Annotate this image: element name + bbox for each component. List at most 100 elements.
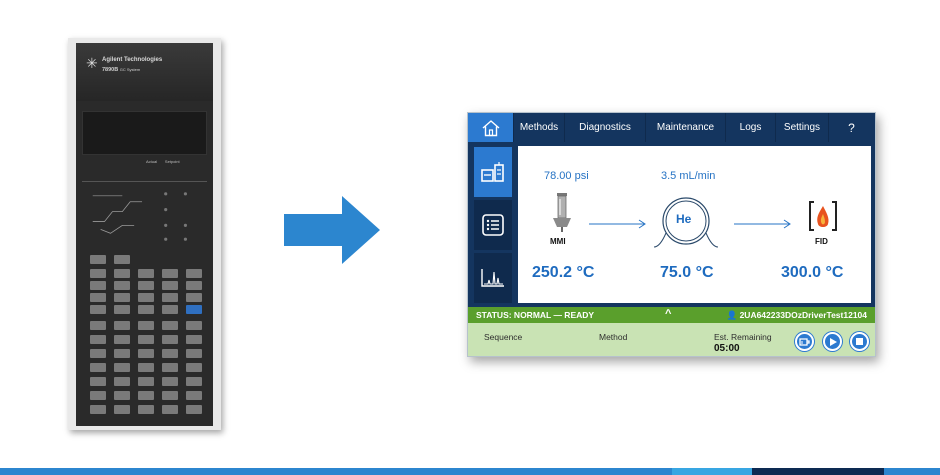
inlet-label: MMI bbox=[550, 237, 566, 246]
nav-diagnostics[interactable]: Diagnostics bbox=[565, 113, 646, 142]
legacy-key bbox=[90, 405, 106, 414]
legacy-key bbox=[162, 391, 178, 400]
legacy-key bbox=[162, 405, 178, 414]
legacy-key bbox=[138, 293, 154, 302]
legacy-instrument-front: ✳ Agilent Technologies 7890B GC System A… bbox=[76, 43, 213, 426]
top-nav-bar: Methods Diagnostics Maintenance Logs Set… bbox=[468, 113, 875, 142]
carrier-gas-label: He bbox=[676, 212, 692, 226]
oven-temperature: 75.0 °C bbox=[660, 264, 714, 281]
legacy-instrument-header: ✳ Agilent Technologies 7890B GC System bbox=[76, 43, 213, 101]
legacy-status-diagram bbox=[82, 181, 207, 241]
home-button[interactable] bbox=[468, 113, 514, 142]
legacy-actual-label: Actual bbox=[146, 159, 158, 164]
legacy-key bbox=[114, 377, 130, 386]
legacy-key bbox=[138, 363, 154, 372]
user-name: 2UA642233DOzDriverTest12104 bbox=[739, 310, 867, 320]
flow-arrow-1-icon bbox=[589, 219, 646, 229]
legacy-key bbox=[162, 377, 178, 386]
legacy-key bbox=[114, 293, 130, 302]
right-arrow-icon bbox=[284, 196, 380, 264]
legacy-brand: Agilent Technologies bbox=[102, 57, 163, 63]
legacy-key bbox=[186, 305, 202, 314]
help-button[interactable]: ? bbox=[829, 113, 874, 142]
nav-methods[interactable]: Methods bbox=[514, 113, 565, 142]
nav-settings[interactable]: Settings bbox=[776, 113, 829, 142]
footer-segment bbox=[884, 468, 940, 475]
footer-segment bbox=[752, 468, 884, 475]
legacy-key bbox=[162, 269, 178, 278]
legacy-key bbox=[186, 293, 202, 302]
legacy-key bbox=[186, 391, 202, 400]
legacy-key bbox=[138, 321, 154, 330]
sidebar-item-list[interactable] bbox=[474, 200, 512, 250]
slide: ✳ Agilent Technologies 7890B GC System A… bbox=[0, 0, 940, 475]
chromatogram-icon bbox=[481, 269, 504, 287]
footer-bar bbox=[0, 468, 940, 475]
legacy-key bbox=[90, 305, 106, 314]
pressure-readout: 78.00 psi bbox=[544, 170, 589, 182]
legacy-key bbox=[90, 281, 106, 290]
remaining-label: Est. Remaining bbox=[714, 332, 772, 342]
legacy-key bbox=[114, 405, 130, 414]
remaining-time: 05:00 bbox=[714, 343, 740, 354]
legacy-key bbox=[186, 269, 202, 278]
inlet-icon bbox=[553, 193, 571, 232]
legacy-key bbox=[138, 391, 154, 400]
sidebar-item-instrument[interactable] bbox=[474, 147, 512, 197]
detector-temperature: 300.0 °C bbox=[781, 264, 844, 281]
legacy-key bbox=[138, 405, 154, 414]
sidebar bbox=[468, 142, 514, 307]
legacy-key bbox=[90, 321, 106, 330]
user-icon: 👤 bbox=[726, 310, 738, 320]
flame-detector-icon bbox=[809, 201, 837, 231]
detector-label: FID bbox=[815, 237, 828, 246]
stop-run-button[interactable] bbox=[850, 332, 869, 351]
touchscreen-ui: Methods Diagnostics Maintenance Logs Set… bbox=[467, 112, 876, 357]
legacy-key bbox=[90, 269, 106, 278]
sidebar-item-chromatogram[interactable] bbox=[474, 253, 512, 303]
legacy-key bbox=[186, 377, 202, 386]
home-icon bbox=[482, 119, 499, 136]
sequence-label: Sequence bbox=[484, 332, 523, 342]
legacy-setpoint-label: Setpoint bbox=[164, 159, 180, 164]
instrument-icon bbox=[481, 162, 504, 182]
prep-run-icon bbox=[798, 337, 810, 346]
status-bar[interactable]: STATUS: NORMAL — READY ^ 👤 2UA642233DOzD… bbox=[468, 307, 875, 323]
legacy-key bbox=[114, 269, 130, 278]
legacy-key bbox=[138, 305, 154, 314]
legacy-display-labels: Actual Setpoint bbox=[146, 159, 180, 164]
legacy-key bbox=[186, 405, 202, 414]
stop-icon bbox=[856, 338, 863, 345]
legacy-key bbox=[90, 363, 106, 372]
legacy-key bbox=[162, 349, 178, 358]
legacy-key bbox=[162, 281, 178, 290]
agilent-logo-icon: ✳ bbox=[86, 55, 98, 71]
legacy-key bbox=[186, 349, 202, 358]
legacy-key bbox=[114, 255, 130, 264]
flow-diagram: 78.00 psi 3.5 mL/min MMI He FID 250.2 °C… bbox=[518, 146, 871, 303]
nav-maintenance[interactable]: Maintenance bbox=[646, 113, 726, 142]
legacy-instrument-photo: ✳ Agilent Technologies 7890B GC System A… bbox=[68, 38, 221, 430]
legacy-key bbox=[162, 293, 178, 302]
legacy-key bbox=[114, 281, 130, 290]
legacy-key bbox=[186, 363, 202, 372]
nav-logs[interactable]: Logs bbox=[726, 113, 776, 142]
legacy-key bbox=[90, 377, 106, 386]
legacy-key bbox=[114, 363, 130, 372]
main-panel: 78.00 psi 3.5 mL/min MMI He FID 250.2 °C… bbox=[514, 142, 875, 307]
legacy-key bbox=[114, 321, 130, 330]
flow-arrow-2-icon bbox=[734, 219, 791, 229]
legacy-key bbox=[186, 335, 202, 344]
start-run-button[interactable] bbox=[823, 332, 842, 351]
legacy-key bbox=[90, 293, 106, 302]
list-icon bbox=[482, 214, 504, 236]
play-icon bbox=[829, 337, 837, 346]
method-label: Method bbox=[599, 332, 628, 342]
legacy-key bbox=[138, 281, 154, 290]
legacy-key bbox=[138, 349, 154, 358]
prep-run-button[interactable] bbox=[795, 332, 814, 351]
legacy-key bbox=[138, 335, 154, 344]
legacy-key bbox=[186, 281, 202, 290]
chevron-up-icon[interactable]: ^ bbox=[665, 308, 671, 320]
inlet-temperature: 250.2 °C bbox=[532, 264, 595, 281]
